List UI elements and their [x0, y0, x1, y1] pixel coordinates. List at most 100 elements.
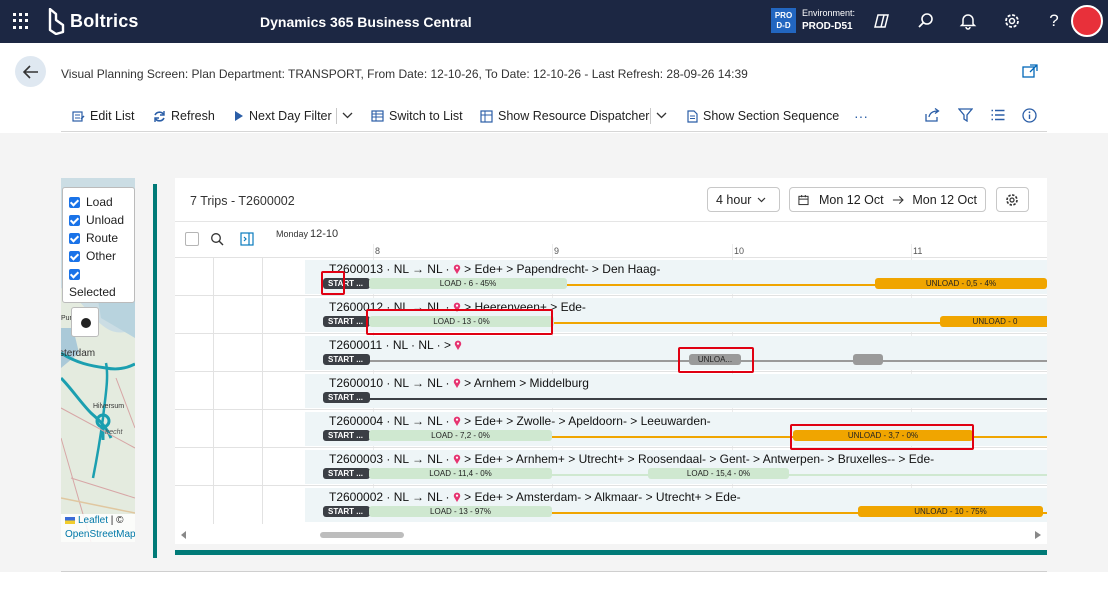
- column-divider: [262, 296, 263, 334]
- highlight-box: [790, 424, 974, 450]
- planner-settings-button[interactable]: [996, 187, 1029, 212]
- avatar[interactable]: [1071, 5, 1103, 37]
- planner-bottom-bar: [175, 550, 1047, 555]
- map-pin-icon: [455, 340, 462, 350]
- checkbox-other[interactable]: [69, 250, 80, 262]
- start-segment[interactable]: START ...: [323, 430, 370, 441]
- filter-icon[interactable]: [958, 108, 973, 122]
- trip-row[interactable]: T2600011 · NL · NL · > START ... UNLOA...: [175, 333, 1047, 372]
- load-segment[interactable]: LOAD - 11,4 - 0%: [369, 468, 552, 479]
- copilot-icon[interactable]: [871, 10, 893, 32]
- osm-link[interactable]: OpenStreetMap: [65, 529, 135, 540]
- panel-splitter[interactable]: [153, 184, 157, 558]
- horizontal-scrollbar[interactable]: [175, 528, 1047, 542]
- trip-label[interactable]: T2600010 · NL → NL · > Arnhem > Middelbu…: [329, 376, 589, 390]
- back-button[interactable]: [15, 56, 46, 87]
- unload-segment[interactable]: UNLOAD - 0: [940, 316, 1047, 327]
- environment-name[interactable]: PROD-D51: [802, 21, 853, 32]
- bell-icon[interactable]: [957, 10, 979, 32]
- arrow-right-icon: [892, 195, 904, 204]
- trip-id-label: T2600003 · NL → NL ·: [329, 452, 453, 466]
- popout-icon[interactable]: [1022, 64, 1038, 78]
- env-badge-line1: PRO: [774, 11, 793, 20]
- trip-row[interactable]: T2600013 · NL → NL · > Ede+ > Papendrech…: [175, 257, 1047, 296]
- start-segment[interactable]: START ...: [323, 506, 370, 517]
- select-all-checkbox[interactable]: [185, 232, 199, 246]
- start-segment[interactable]: START ...: [323, 468, 370, 479]
- checkbox-selected[interactable]: [69, 268, 80, 280]
- gear-icon[interactable]: [1001, 10, 1023, 32]
- load-segment[interactable]: LOAD - 6 - 45%: [369, 278, 567, 289]
- footer: [0, 572, 1108, 595]
- legend-load[interactable]: Load: [69, 193, 128, 211]
- trip-route-label: > Ede+ > Amsterdam- > Alkmaar- > Utrecht…: [460, 490, 741, 504]
- next-day-filter-button[interactable]: Next Day Filter: [233, 108, 332, 124]
- start-segment[interactable]: START ...: [323, 316, 370, 327]
- refresh-button[interactable]: Refresh: [153, 108, 215, 124]
- trip-id-label: T2600010 · NL → NL ·: [329, 376, 453, 390]
- checkbox-route[interactable]: [69, 232, 80, 244]
- trip-id-label: T2600013 · NL → NL ·: [329, 262, 453, 276]
- checkbox-unload[interactable]: [69, 214, 80, 226]
- scroll-right-icon[interactable]: [1035, 531, 1041, 539]
- trip-route-label: > Ede+ > Arnhem+ > Utrecht+ > Roosendaal…: [460, 452, 935, 466]
- edit-list-button[interactable]: Edit List: [72, 108, 134, 124]
- load-segment[interactable]: LOAD - 15,4 - 0%: [648, 468, 789, 479]
- gray-segment[interactable]: [853, 354, 883, 365]
- trip-row[interactable]: T2600003 · NL → NL · > Ede+ > Arnhem+ > …: [175, 447, 1047, 486]
- trip-label[interactable]: T2600004 · NL → NL · > Ede+ > Zwolle- > …: [329, 414, 711, 428]
- trip-row[interactable]: T2600010 · NL → NL · > Arnhem > Middelbu…: [175, 371, 1047, 410]
- help-icon[interactable]: ?: [1043, 10, 1065, 32]
- map-place-utrecht: trecht: [105, 429, 124, 436]
- chevron-down-icon[interactable]: [656, 109, 667, 121]
- calendar-icon: [798, 194, 809, 205]
- trip-route-label: > Ede+ > Papendrecht- > Den Haag-: [460, 262, 661, 276]
- start-segment[interactable]: START ...: [323, 392, 370, 403]
- highlight-box: [321, 271, 345, 295]
- info-icon[interactable]: [1022, 108, 1037, 123]
- trip-label[interactable]: T2600003 · NL → NL · > Ede+ > Arnhem+ > …: [329, 452, 934, 466]
- trip-label[interactable]: T2600011 · NL · NL · >: [329, 338, 462, 352]
- legend-unload[interactable]: Unload: [69, 211, 128, 229]
- map-locate-button[interactable]: [71, 307, 99, 337]
- chevron-down-icon[interactable]: [342, 109, 353, 121]
- load-segment[interactable]: LOAD - 7,2 - 0%: [369, 430, 552, 441]
- scroll-left-icon[interactable]: [181, 531, 187, 539]
- top-bar: Boltrics Dynamics 365 Business Central P…: [0, 0, 1108, 43]
- more-options-button[interactable]: ···: [854, 108, 868, 124]
- column-divider: [213, 448, 214, 486]
- load-segment[interactable]: LOAD - 13 - 97%: [369, 506, 552, 517]
- show-resource-dispatcher-button[interactable]: Show Resource Dispatcher: [480, 108, 649, 124]
- list-view-icon[interactable]: [991, 109, 1005, 121]
- trip-label[interactable]: T2600013 · NL → NL · > Ede+ > Papendrech…: [329, 262, 660, 276]
- unload-segment[interactable]: UNLOAD - 10 - 75%: [858, 506, 1043, 517]
- scrollbar-thumb[interactable]: [320, 532, 404, 538]
- date-from: Mon 12 Oct: [818, 192, 884, 207]
- legend-other[interactable]: Other: [69, 247, 128, 265]
- switch-to-list-button[interactable]: Switch to List: [371, 108, 463, 124]
- trip-label[interactable]: T2600002 · NL → NL · > Ede+ > Amsterdam-…: [329, 490, 741, 504]
- start-segment[interactable]: START ...: [323, 354, 370, 365]
- show-section-sequence-button[interactable]: Show Section Sequence: [686, 108, 839, 124]
- legend-selected-checkbox[interactable]: [69, 265, 128, 283]
- search-icon[interactable]: [915, 10, 937, 32]
- checkbox-load[interactable]: [69, 196, 80, 208]
- unload-segment[interactable]: UNLOAD - 0,5 - 4%: [875, 278, 1047, 289]
- date-range-picker[interactable]: Mon 12 Oct Mon 12 Oct: [789, 187, 986, 212]
- column-divider: [262, 486, 263, 524]
- trip-row[interactable]: T2600012 · NL → NL · > Heerenveen+ > Ede…: [175, 295, 1047, 334]
- leaflet-link[interactable]: Leaflet: [78, 515, 108, 526]
- share-icon[interactable]: [925, 108, 940, 122]
- expand-panel-icon[interactable]: [240, 232, 254, 246]
- page-title: Visual Planning Screen: Plan Department:…: [61, 67, 748, 81]
- environment-badge[interactable]: PRO D-D: [771, 8, 796, 33]
- edit-list-label: Edit List: [90, 109, 135, 123]
- map-place-amsterdam: sterdam: [61, 348, 95, 359]
- column-divider: [262, 372, 263, 410]
- legend-route[interactable]: Route: [69, 229, 128, 247]
- app-launcher-icon[interactable]: [13, 13, 29, 29]
- search-icon[interactable]: [210, 232, 224, 246]
- trip-row[interactable]: T2600002 · NL → NL · > Ede+ > Amsterdam-…: [175, 485, 1047, 524]
- hour-tick: 11: [913, 246, 923, 256]
- zoom-select[interactable]: 4 hour: [707, 187, 780, 212]
